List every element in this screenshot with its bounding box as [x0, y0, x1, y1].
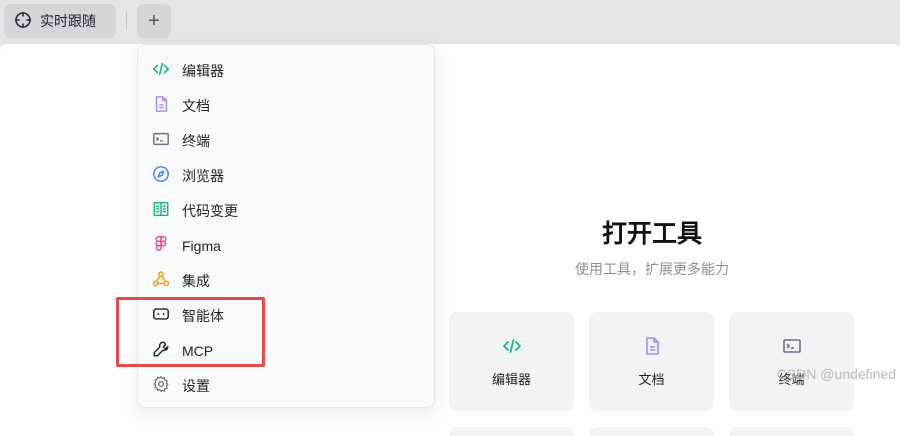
page-title: 打开工具 [601, 220, 702, 248]
tool-card-editor[interactable]: 编辑器 [449, 312, 574, 411]
code-icon [502, 336, 522, 359]
gear-icon [152, 375, 170, 396]
menu-item-label: 集成 [182, 272, 210, 289]
menu-item-label: Figma [182, 237, 221, 254]
page-subtitle: 使用工具，扩展更多能力 [575, 261, 729, 277]
menu-item-integration[interactable]: 集成 [138, 263, 434, 298]
terminal-icon [152, 130, 170, 151]
menu-item-figma[interactable]: Figma [138, 228, 434, 263]
figma-icon [152, 235, 170, 256]
card-label: 文档 [638, 371, 665, 387]
code-icon [152, 60, 170, 81]
menu-item-editor[interactable]: 编辑器 [138, 53, 434, 88]
tool-card-document[interactable]: 文档 [589, 312, 714, 411]
document-icon [642, 336, 662, 359]
menu-item-label: 浏览器 [182, 167, 224, 184]
menu-item-label: 编辑器 [182, 62, 224, 79]
main-panel: 打开工具 使用工具，扩展更多能力 编辑器 文档 终端 [0, 44, 900, 436]
menu-item-label: 终端 [182, 132, 210, 149]
menu-item-browser[interactable]: 浏览器 [138, 158, 434, 193]
crosshair-icon [14, 11, 32, 32]
menu-item-document[interactable]: 文档 [138, 88, 434, 123]
menu-item-label: 设置 [182, 377, 210, 394]
tool-card-partial[interactable] [449, 427, 574, 436]
tab-divider [126, 12, 127, 30]
terminal-icon [782, 336, 802, 359]
tab-bar: 实时跟随 + [0, 0, 900, 44]
tool-card-partial[interactable] [729, 427, 854, 436]
menu-item-terminal[interactable]: 终端 [138, 123, 434, 158]
compass-icon [152, 165, 170, 186]
watermark: CSDN @undefined [776, 366, 896, 382]
menu-item-settings[interactable]: 设置 [138, 368, 434, 403]
tool-card-terminal[interactable]: 终端 [729, 312, 854, 411]
highlight-annotation [116, 297, 265, 367]
tab-label: 实时跟随 [40, 13, 96, 29]
menu-item-code-changes[interactable]: 代码变更 [138, 193, 434, 228]
menu-item-label: 文档 [182, 97, 210, 114]
menu-item-label: 代码变更 [182, 202, 238, 219]
document-icon [152, 95, 170, 116]
add-tab-button[interactable]: + [137, 4, 171, 38]
integration-icon [152, 270, 170, 291]
tab-live-follow[interactable]: 实时跟随 [4, 4, 116, 38]
tool-card-partial[interactable] [589, 427, 714, 436]
card-label: 编辑器 [491, 371, 531, 387]
diff-icon [152, 200, 170, 221]
